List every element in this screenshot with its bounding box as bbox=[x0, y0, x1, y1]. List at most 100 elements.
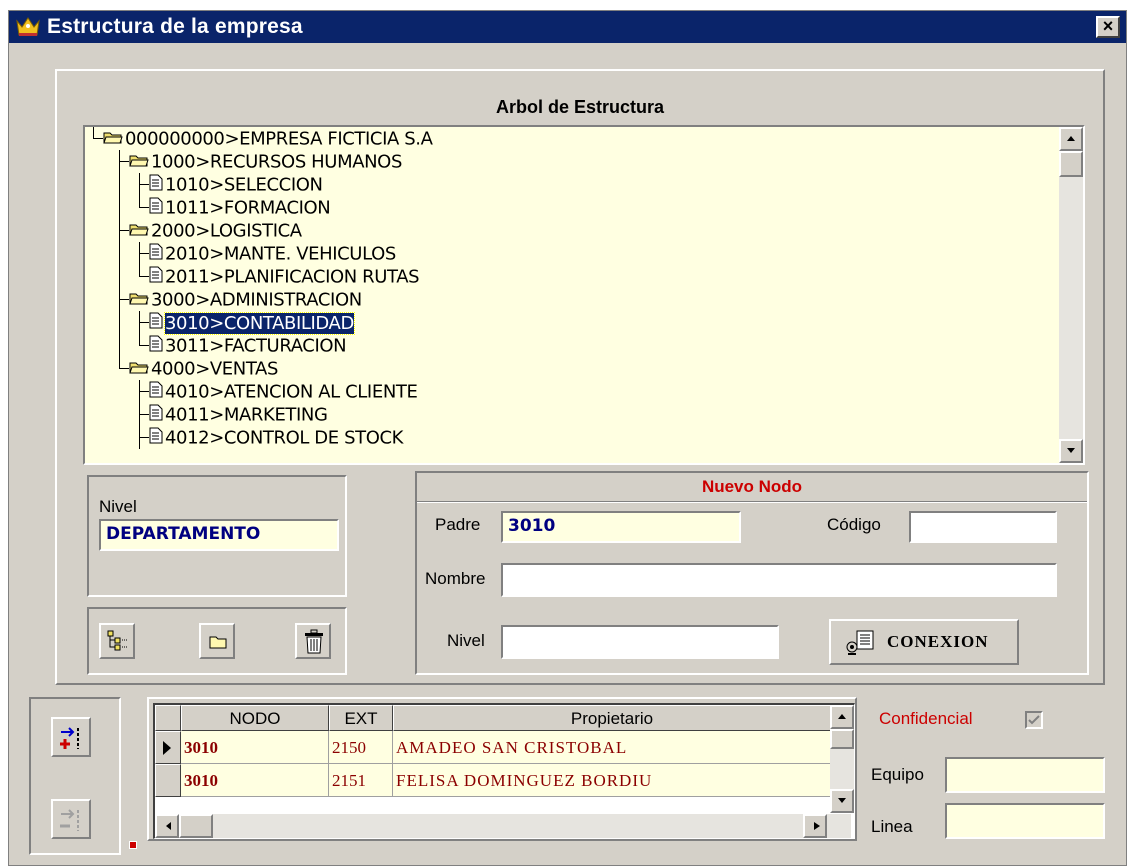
column-header-propietario[interactable]: Propietario bbox=[393, 705, 831, 731]
conexion-button[interactable]: CONEXION bbox=[829, 619, 1019, 665]
nivel-input-label: Nivel bbox=[447, 631, 485, 650]
grid-hscroll-thumb[interactable] bbox=[179, 814, 213, 838]
confidencial-checkbox[interactable] bbox=[1025, 711, 1043, 729]
grid-scroll-right-button[interactable] bbox=[803, 814, 827, 838]
folder-icon bbox=[209, 636, 227, 649]
tree-connector-line bbox=[139, 253, 140, 265]
grid-scroll-left-button[interactable] bbox=[155, 814, 179, 838]
tree-node[interactable]: 4012>CONTROL DE STOCK bbox=[149, 426, 403, 449]
tree-connector-line bbox=[139, 437, 140, 449]
tree-node-label: 1010>SELECCION bbox=[165, 174, 323, 196]
extensions-grid[interactable]: NODO EXT Propietario 3010 2150 AMADEO SA… bbox=[153, 703, 855, 839]
tree-node-label: 2011>PLANIFICACION RUTAS bbox=[165, 266, 420, 288]
document-icon bbox=[149, 335, 163, 358]
padre-field[interactable]: 3010 bbox=[501, 511, 741, 543]
connection-icon bbox=[846, 630, 874, 655]
tree-vertical-scrollbar[interactable] bbox=[1059, 127, 1083, 463]
trash-icon bbox=[305, 629, 323, 654]
tree-node[interactable]: 1000>RECURSOS HUMANOS bbox=[129, 150, 402, 173]
tree-node[interactable]: 3000>ADMINISTRACION bbox=[129, 288, 362, 311]
tree-node-label: 2000>LOGISTICA bbox=[151, 220, 302, 242]
main-window: Estructura de la empresa × Arbol de Estr… bbox=[8, 10, 1127, 866]
tree-node[interactable]: 1011>FORMACION bbox=[149, 196, 331, 219]
table-cell-nodo[interactable]: 3010 bbox=[181, 731, 329, 764]
row-indicator[interactable] bbox=[155, 764, 181, 797]
scroll-thumb[interactable] bbox=[1059, 151, 1083, 177]
add-folder-button[interactable] bbox=[199, 623, 235, 659]
document-icon bbox=[149, 404, 163, 427]
tree-connector-line bbox=[139, 184, 140, 196]
tree-connector-line bbox=[119, 196, 120, 219]
tree-connector-line bbox=[119, 311, 120, 334]
record-tools-group bbox=[29, 697, 121, 855]
grid-horizontal-scrollbar[interactable] bbox=[155, 814, 851, 838]
tree-node[interactable]: 4011>MARKETING bbox=[149, 403, 328, 426]
document-icon bbox=[149, 381, 163, 404]
arrow-left-icon bbox=[166, 822, 171, 830]
tree-node[interactable]: 1010>SELECCION bbox=[149, 173, 323, 196]
tree-connector-line bbox=[119, 150, 129, 162]
open-folder-icon bbox=[129, 289, 149, 312]
tree-node[interactable]: 3011>FACTURACION bbox=[149, 334, 347, 358]
tree-node[interactable]: 2011>PLANIFICACION RUTAS bbox=[149, 265, 420, 288]
tree-connector-line bbox=[139, 334, 149, 346]
remove-extension-button[interactable] bbox=[51, 799, 91, 839]
tree-node[interactable]: 3010>CONTABILIDAD bbox=[149, 311, 355, 335]
tree-node[interactable]: 000000000>EMPRESA FICTICIA S.A bbox=[103, 127, 433, 150]
codigo-field[interactable] bbox=[909, 511, 1057, 543]
transfer-remove-icon bbox=[60, 809, 79, 831]
tree-connector-line bbox=[119, 242, 120, 265]
codigo-label: Código bbox=[827, 515, 881, 534]
tree-node[interactable]: 2010>MANTE. VEHICULOS bbox=[149, 242, 396, 265]
table-cell-propietario[interactable]: FELISA DOMINGUEZ BORDIU bbox=[393, 764, 831, 797]
equipo-field[interactable] bbox=[945, 757, 1105, 793]
open-folder-icon bbox=[129, 358, 149, 381]
tree-connector-line bbox=[139, 173, 149, 185]
title-bar[interactable]: Estructura de la empresa × bbox=[9, 11, 1126, 43]
tree-node-label: 2010>MANTE. VEHICULOS bbox=[165, 243, 396, 265]
nombre-field[interactable] bbox=[501, 563, 1057, 597]
row-indicator[interactable] bbox=[155, 731, 181, 764]
table-cell-ext[interactable]: 2151 bbox=[329, 764, 393, 797]
tree-header: Arbol de Estructura bbox=[495, 97, 665, 117]
scroll-down-button[interactable] bbox=[1059, 439, 1083, 463]
tree-connector-line bbox=[139, 426, 149, 438]
tree-node[interactable]: 4010>ATENCION AL CLIENTE bbox=[149, 380, 418, 404]
column-header-ext[interactable]: EXT bbox=[329, 705, 393, 731]
close-button[interactable]: × bbox=[1096, 16, 1120, 38]
new-node-panel: Nuevo Nodo Padre 3010 Código Nombre Nive… bbox=[415, 471, 1089, 675]
column-header-nodo[interactable]: NODO bbox=[181, 705, 329, 731]
document-icon bbox=[149, 312, 163, 335]
tree-connector-line bbox=[139, 391, 140, 403]
table-cell-nodo[interactable]: 3010 bbox=[181, 764, 329, 797]
grid-vertical-scrollbar[interactable] bbox=[830, 705, 854, 813]
tree-node-label: 4011>MARKETING bbox=[165, 404, 328, 426]
linea-field[interactable] bbox=[945, 803, 1105, 839]
structure-tree[interactable]: 4012>CONTROL DE STOCK 4011>MARKETING 4010>… bbox=[83, 125, 1085, 465]
arrow-down-icon bbox=[1067, 448, 1075, 453]
expand-tree-button[interactable] bbox=[99, 623, 135, 659]
grid-scroll-up-button[interactable] bbox=[830, 705, 854, 729]
table-cell-ext[interactable]: 2150 bbox=[329, 731, 393, 764]
tree-connector-line bbox=[119, 173, 120, 196]
tree-node[interactable]: 2000>LOGISTICA bbox=[129, 219, 302, 242]
grid-scroll-thumb[interactable] bbox=[830, 729, 854, 749]
arrow-up-icon bbox=[1067, 136, 1075, 141]
crown-icon bbox=[16, 17, 40, 36]
nivel-input-field[interactable] bbox=[501, 625, 779, 659]
tree-node[interactable]: 4000>VENTAS bbox=[129, 357, 278, 380]
document-icon bbox=[149, 243, 163, 266]
tree-node-label: 1011>FORMACION bbox=[165, 197, 331, 219]
table-cell-propietario[interactable]: AMADEO SAN CRISTOBAL bbox=[393, 731, 831, 764]
confidencial-label: Confidencial bbox=[879, 709, 973, 728]
grid-scroll-down-button[interactable] bbox=[830, 789, 854, 813]
document-icon bbox=[149, 174, 163, 197]
close-icon: × bbox=[1102, 16, 1114, 36]
tree-connector-line bbox=[139, 414, 140, 426]
assign-extension-button[interactable] bbox=[51, 717, 91, 757]
nivel-display-field: DEPARTAMENTO bbox=[99, 519, 339, 551]
scroll-up-button[interactable] bbox=[1059, 127, 1083, 151]
open-folder-icon bbox=[103, 128, 123, 151]
tree-connector-line bbox=[139, 242, 149, 254]
delete-node-button[interactable] bbox=[295, 623, 331, 659]
